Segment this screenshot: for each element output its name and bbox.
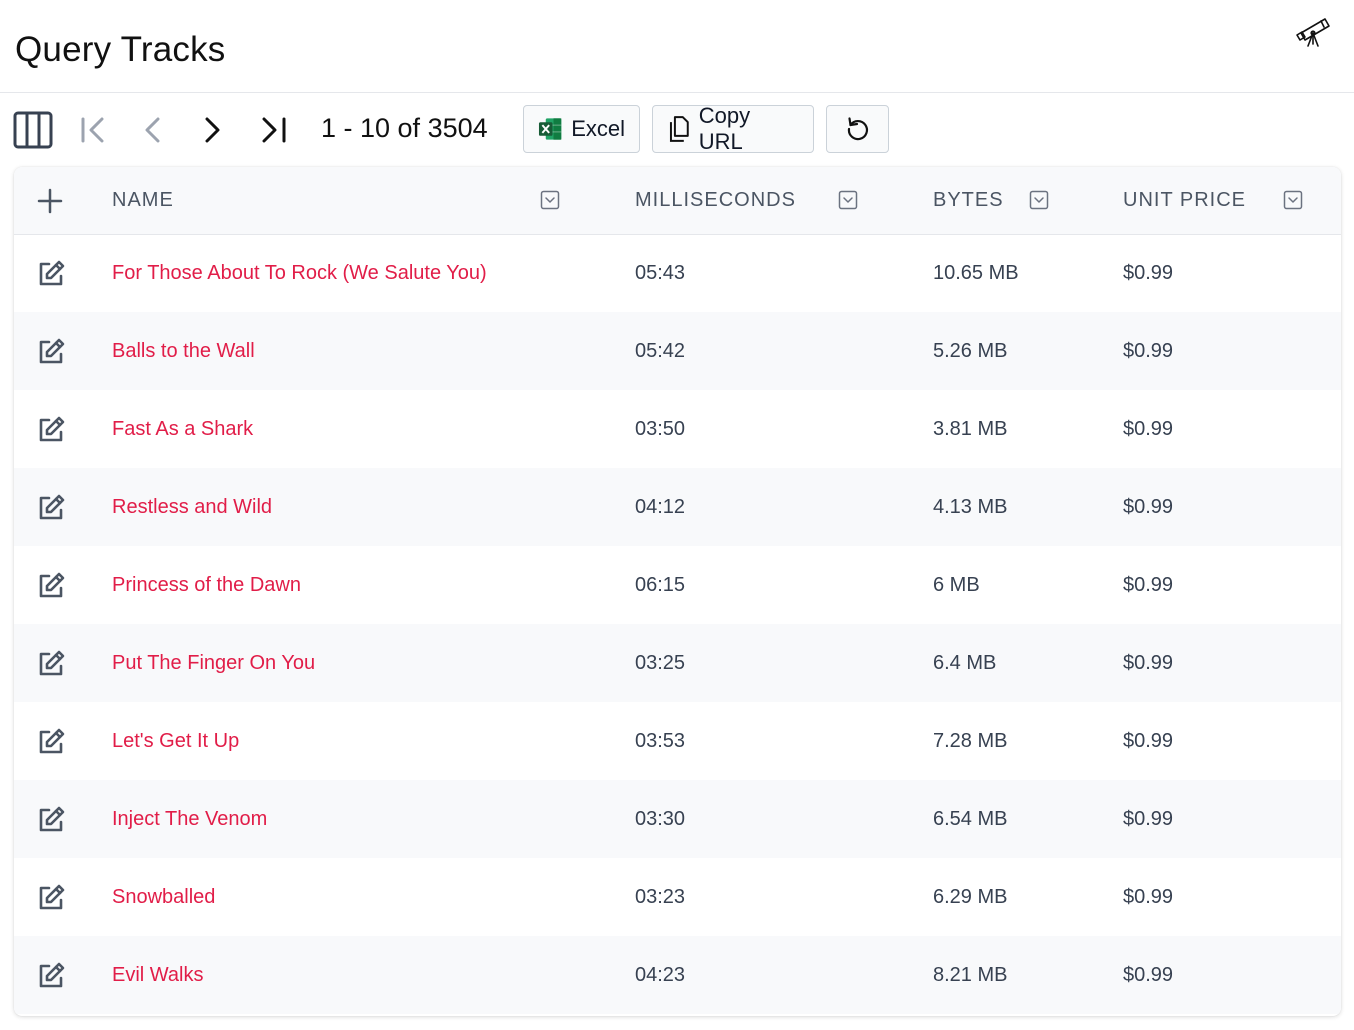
track-name-link[interactable]: Fast As a Shark	[112, 390, 253, 468]
sort-dropdown-icon[interactable]	[1029, 190, 1049, 210]
unit-price-cell: $0.99	[1123, 339, 1174, 362]
sort-dropdown-icon[interactable]	[838, 190, 858, 210]
chevron-right-icon[interactable]	[190, 108, 234, 152]
column-header-unit-price[interactable]: UNIT PRICE	[1123, 167, 1246, 234]
milliseconds-cell: 04:23	[635, 963, 686, 986]
edit-icon[interactable]	[35, 960, 67, 992]
header-divider	[0, 92, 1354, 93]
track-name-link[interactable]: Balls to the Wall	[112, 312, 255, 390]
bytes-cell: 6 MB	[933, 573, 980, 596]
excel-icon	[538, 118, 562, 140]
bytes-cell: 3.81 MB	[933, 417, 1008, 440]
edit-icon[interactable]	[35, 258, 67, 290]
edit-icon[interactable]	[35, 492, 67, 524]
edit-icon[interactable]	[35, 648, 67, 680]
track-name-link[interactable]: For Those About To Rock (We Salute You)	[112, 234, 487, 312]
excel-button-label: Excel	[571, 116, 625, 141]
edit-icon[interactable]	[35, 336, 67, 368]
sort-dropdown-icon[interactable]	[540, 190, 560, 210]
unit-price-cell: $0.99	[1123, 885, 1174, 908]
milliseconds-cell: 03:23	[635, 885, 686, 908]
track-name-link[interactable]: Inject The Venom	[112, 780, 267, 858]
edit-icon[interactable]	[35, 570, 67, 602]
unit-price-cell: $0.99	[1123, 963, 1174, 986]
table-row: Fast As a Shark 03:50 3.81 MB $0.99	[14, 390, 1341, 468]
unit-price-cell: $0.99	[1123, 573, 1174, 596]
edit-icon[interactable]	[35, 726, 67, 758]
milliseconds-cell: 04:12	[635, 495, 686, 518]
table-row: For Those About To Rock (We Salute You) …	[14, 234, 1341, 312]
track-name-link[interactable]: Let's Get It Up	[112, 702, 239, 780]
table-row: Let's Get It Up 03:53 7.28 MB $0.99	[14, 702, 1341, 780]
unit-price-cell: $0.99	[1123, 651, 1174, 674]
milliseconds-cell: 03:50	[635, 417, 686, 440]
milliseconds-cell: 06:15	[635, 573, 686, 596]
sort-dropdown-icon[interactable]	[1283, 190, 1303, 210]
track-name-link[interactable]: Put The Finger On You	[112, 624, 315, 702]
unit-price-cell: $0.99	[1123, 417, 1174, 440]
unit-price-cell: $0.99	[1123, 261, 1174, 284]
paging-info: 1 - 10 of 3504	[321, 113, 488, 143]
table-header: NAME MILLISECONDS BYTES UNIT PRICE	[14, 167, 1341, 235]
bytes-cell: 5.26 MB	[933, 339, 1008, 362]
unit-price-cell: $0.99	[1123, 729, 1174, 752]
bytes-cell: 6.29 MB	[933, 885, 1008, 908]
unit-price-cell: $0.99	[1123, 495, 1174, 518]
bytes-cell: 7.28 MB	[933, 729, 1008, 752]
milliseconds-cell: 05:42	[635, 339, 686, 362]
plus-icon[interactable]	[36, 187, 64, 215]
table-row: Inject The Venom 03:30 6.54 MB $0.99	[14, 780, 1341, 858]
edit-icon[interactable]	[35, 414, 67, 446]
track-name-link[interactable]: Evil Walks	[112, 936, 203, 1014]
columns-icon[interactable]	[11, 108, 55, 152]
excel-button[interactable]: Excel	[523, 105, 640, 153]
reset-button[interactable]	[826, 105, 889, 153]
table-row: Restless and Wild 04:12 4.13 MB $0.99	[14, 468, 1341, 546]
table-row: Evil Walks 04:23 8.21 MB $0.99	[14, 936, 1341, 1014]
edit-icon[interactable]	[35, 804, 67, 836]
data-grid: NAME MILLISECONDS BYTES UNIT PRICE For T…	[14, 167, 1341, 1016]
track-name-link[interactable]: Snowballed	[112, 858, 215, 936]
page-title: Query Tracks	[15, 30, 226, 69]
reset-icon	[847, 117, 868, 141]
track-name-link[interactable]: Restless and Wild	[112, 468, 272, 546]
toolbar: 1 - 10 of 3504 Excel Copy URL	[0, 103, 1354, 156]
copy-icon	[669, 116, 689, 142]
table-row: Princess of the Dawn 06:15 6 MB $0.99	[14, 546, 1341, 624]
telescope-icon[interactable]	[1294, 13, 1334, 49]
last-page-icon[interactable]	[251, 108, 295, 152]
milliseconds-cell: 05:43	[635, 261, 686, 284]
track-name-link[interactable]: Princess of the Dawn	[112, 546, 301, 624]
bytes-cell: 6.54 MB	[933, 807, 1008, 830]
table-row: Balls to the Wall 05:42 5.26 MB $0.99	[14, 312, 1341, 390]
edit-icon[interactable]	[35, 882, 67, 914]
column-header-bytes[interactable]: BYTES	[933, 167, 1004, 234]
bytes-cell: 10.65 MB	[933, 261, 1019, 284]
milliseconds-cell: 03:25	[635, 651, 686, 674]
table-row: Put The Finger On You 03:25 6.4 MB $0.99	[14, 624, 1341, 702]
first-page-icon[interactable]	[71, 108, 115, 152]
milliseconds-cell: 03:53	[635, 729, 686, 752]
bytes-cell: 6.4 MB	[933, 651, 997, 674]
copy-url-button-label: Copy URL	[698, 103, 751, 154]
bytes-cell: 8.21 MB	[933, 963, 1008, 986]
column-header-name[interactable]: NAME	[112, 167, 174, 234]
milliseconds-cell: 03:30	[635, 807, 686, 830]
table-row: Snowballed 03:23 6.29 MB $0.99	[14, 858, 1341, 936]
chevron-left-icon[interactable]	[131, 108, 175, 152]
bytes-cell: 4.13 MB	[933, 495, 1008, 518]
unit-price-cell: $0.99	[1123, 807, 1174, 830]
column-header-milliseconds[interactable]: MILLISECONDS	[635, 167, 796, 234]
copy-url-button[interactable]: Copy URL	[652, 103, 814, 154]
